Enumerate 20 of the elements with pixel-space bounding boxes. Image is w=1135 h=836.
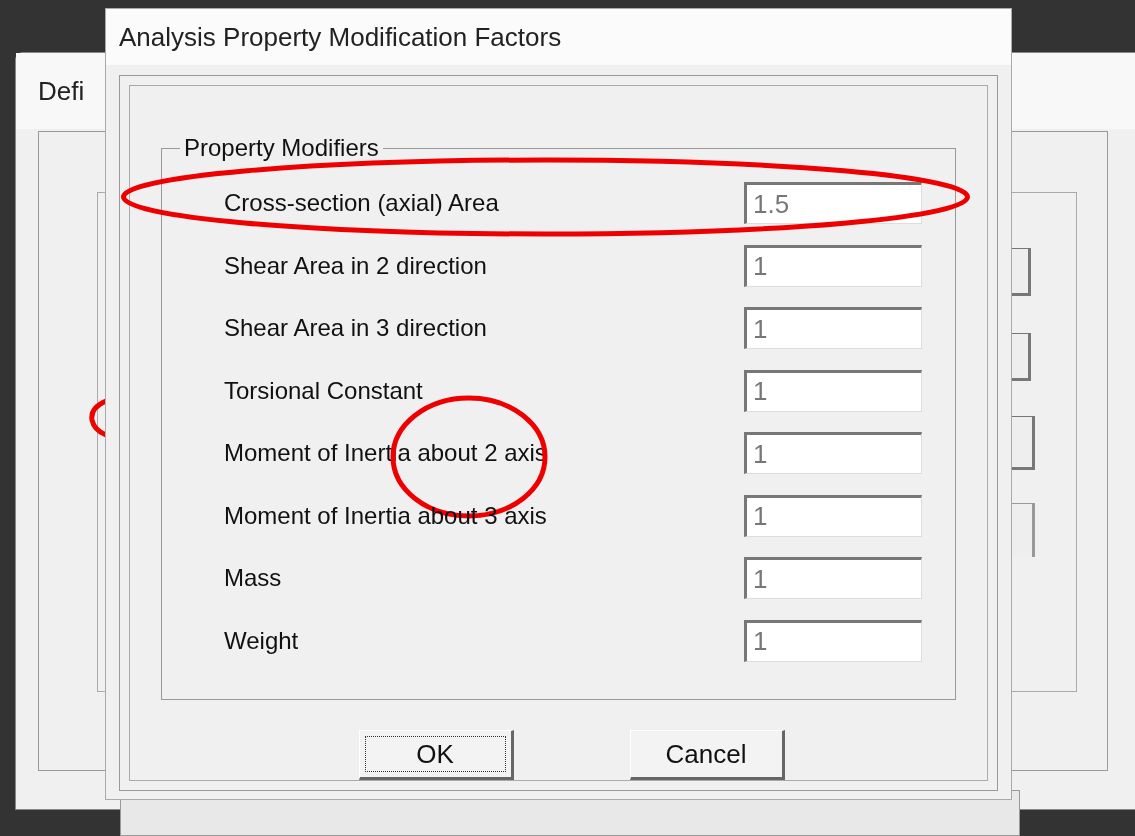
dialog-button[interactable]: Cancel xyxy=(629,730,785,780)
input-field[interactable]: 1.5 xyxy=(744,182,922,225)
input-field[interactable]: 1 xyxy=(744,369,922,412)
field-label: Shear Area in 2 direction xyxy=(224,250,488,281)
input-field[interactable]: 1 xyxy=(744,307,922,350)
highlight-arc xyxy=(88,398,108,438)
input-field[interactable]: 1 xyxy=(744,244,922,287)
field-label: Cross-section (axial) Area xyxy=(224,188,500,219)
input-field[interactable]: 1 xyxy=(744,494,922,537)
field-label: Weight xyxy=(224,625,300,656)
field-label: Torsional Constant xyxy=(224,375,424,406)
input-field[interactable]: 1 xyxy=(744,619,922,662)
window-title: Defi xyxy=(38,74,85,108)
dialog-button[interactable]: OK xyxy=(358,730,514,780)
dialog-title: Analysis Property Modification Factors xyxy=(119,20,562,54)
input-field[interactable]: 1 xyxy=(744,432,922,475)
input-field[interactable]: 1 xyxy=(744,557,922,600)
field-label: Mass xyxy=(224,563,283,594)
field-label: Shear Area in 3 direction xyxy=(224,313,488,344)
group-title: Property Modifiers xyxy=(183,133,380,163)
